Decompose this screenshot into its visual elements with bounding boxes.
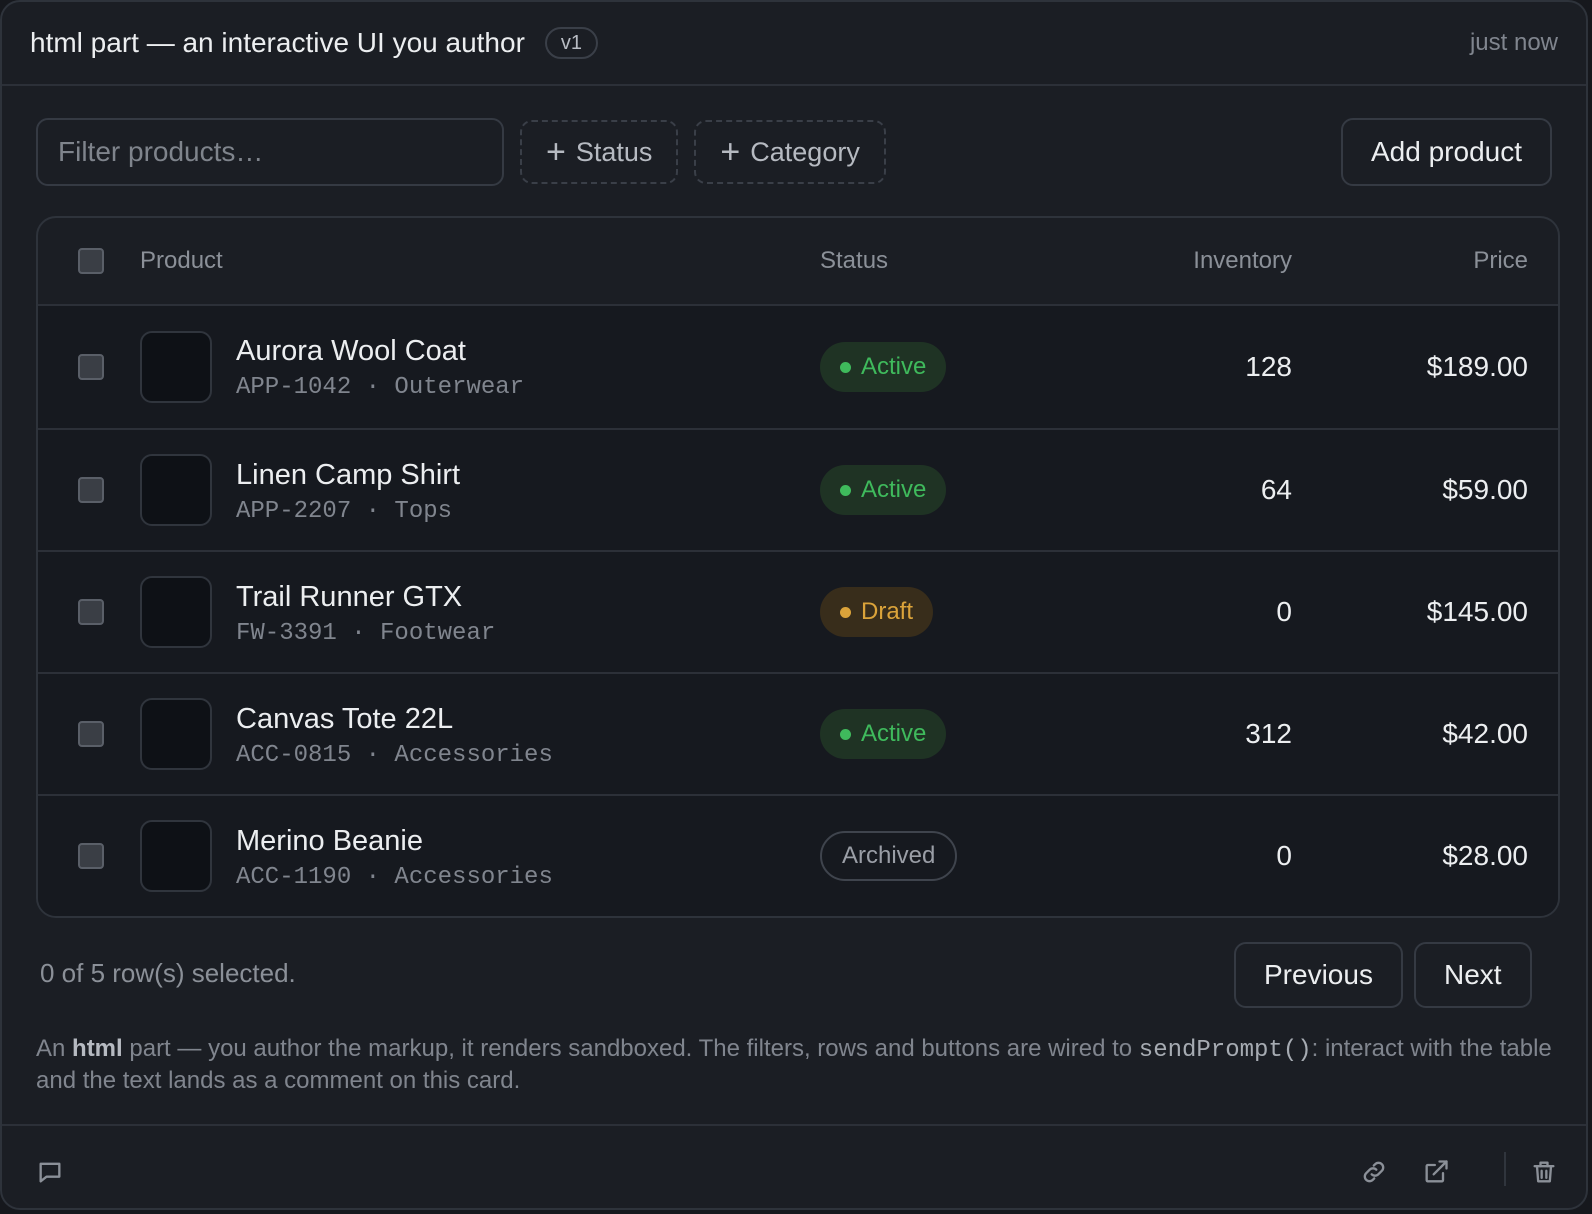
status-dot-icon — [840, 606, 851, 618]
previous-button[interactable]: Previous — [1234, 942, 1403, 1008]
product-thumbnail — [140, 698, 212, 770]
product-name: Linen Camp Shirt — [236, 459, 461, 491]
product-cell: Trail Runner GTX FW-3391 · Footwear — [236, 580, 495, 648]
table-body: Aurora Wool Coat APP-1042 · Outerwear Acti… — [38, 306, 1558, 916]
product-sku-category: ACC-0815 · Accessories — [236, 742, 553, 769]
product-cell: Linen Camp Shirt APP-2207 · Tops — [236, 458, 460, 526]
card-actions-bar — [2, 1124, 1586, 1208]
product-name: Canvas Tote 22L — [236, 703, 454, 735]
plus-icon: + — [546, 133, 566, 171]
card: html part — an interactive UI you author… — [0, 0, 1588, 1210]
description-middle: part — you author the markup, it renders… — [122, 1035, 1139, 1062]
status-cell: Archived — [820, 831, 958, 881]
toolbar: + Status + Category Add product — [36, 118, 1552, 186]
product-sku-category: APP-2207 · Tops — [236, 498, 453, 525]
description: An html part — you author the markup, it… — [36, 1034, 1556, 1096]
plus-icon: + — [720, 133, 741, 171]
inventory-value: 312 — [1245, 718, 1292, 749]
card-title: html part — an interactive UI you author — [30, 27, 525, 58]
version-badge: v1 — [544, 27, 599, 59]
product-cell: Merino Beanie ACC-1190 · Accessories — [236, 824, 553, 892]
product-thumbnail — [140, 331, 212, 403]
column-header-product: Product — [140, 247, 223, 274]
status-badge: Archived — [820, 831, 958, 881]
selection-count: 0 of 5 row(s) selected. — [40, 958, 296, 988]
table-row[interactable]: Aurora Wool Coat APP-1042 · Outerwear Acti… — [38, 306, 1558, 428]
external-link-icon[interactable] — [1418, 1154, 1454, 1190]
description-code: sendPrompt() — [1138, 1037, 1312, 1064]
status-filter-label: Status — [575, 136, 653, 167]
product-cell: Aurora Wool Coat APP-1042 · Outerwear — [236, 334, 524, 402]
column-header-inventory: Inventory — [1193, 247, 1292, 274]
status-filter-button[interactable]: + Status — [520, 120, 679, 184]
price-value: $42.00 — [1442, 718, 1528, 749]
status-badge: Active — [820, 709, 947, 759]
add-product-button[interactable]: Add product — [1341, 118, 1552, 186]
timestamp: just now — [1469, 29, 1558, 56]
status-cell: Active — [820, 342, 947, 392]
inventory-value: 128 — [1245, 351, 1292, 382]
status-dot-icon — [840, 361, 851, 373]
price-value: $189.00 — [1426, 351, 1528, 382]
row-checkbox[interactable] — [78, 477, 104, 503]
price-value: $59.00 — [1442, 474, 1528, 505]
status-cell: Active — [820, 709, 947, 759]
product-thumbnail — [140, 576, 212, 648]
select-all-checkbox[interactable] — [78, 248, 104, 274]
divider — [1504, 1152, 1506, 1186]
category-filter-label: Category — [750, 136, 860, 167]
table-row[interactable]: Canvas Tote 22L ACC-0815 · Accessories Act… — [38, 672, 1558, 794]
column-header-price: Price — [1473, 247, 1528, 274]
table-row[interactable]: Trail Runner GTX FW-3391 · Footwear Draft 0… — [38, 550, 1558, 672]
status-dot-icon — [840, 728, 851, 740]
status-label: Archived — [842, 842, 936, 869]
product-name: Trail Runner GTX — [236, 581, 463, 613]
product-thumbnail — [140, 454, 212, 526]
product-name: Merino Beanie — [236, 825, 423, 857]
table-row[interactable]: Merino Beanie ACC-1190 · Accessories Archi… — [38, 794, 1558, 916]
category-filter-button[interactable]: + Category — [694, 120, 886, 184]
description-bold: html — [72, 1035, 123, 1062]
table-header: Product Status Inventory Price — [38, 218, 1558, 306]
filter-products-input[interactable] — [36, 118, 504, 186]
products-table: Product Status Inventory Price Aurora Wo… — [36, 216, 1560, 918]
status-badge: Active — [820, 342, 947, 392]
row-checkbox[interactable] — [78, 354, 104, 380]
inventory-value: 0 — [1276, 840, 1292, 871]
description-prefix: An — [36, 1035, 73, 1062]
trash-icon[interactable] — [1526, 1154, 1562, 1190]
comment-icon[interactable] — [32, 1154, 68, 1190]
column-header-status: Status — [820, 247, 889, 274]
status-label: Draft — [861, 598, 914, 625]
inventory-value: 64 — [1260, 474, 1292, 505]
product-thumbnail — [140, 820, 212, 892]
status-badge: Draft — [820, 587, 934, 637]
inventory-value: 0 — [1276, 596, 1292, 627]
link-icon[interactable] — [1356, 1154, 1392, 1190]
product-sku-category: FW-3391 · Footwear — [236, 620, 496, 647]
status-label: Active — [861, 353, 927, 380]
next-button[interactable]: Next — [1414, 942, 1532, 1008]
status-dot-icon — [840, 484, 851, 496]
row-checkbox[interactable] — [78, 843, 104, 869]
card-header: html part — an interactive UI you author… — [2, 2, 1586, 86]
row-checkbox[interactable] — [78, 599, 104, 625]
price-value: $28.00 — [1442, 840, 1528, 871]
product-sku-category: ACC-1190 · Accessories — [236, 864, 553, 891]
product-name: Aurora Wool Coat — [236, 335, 466, 367]
product-sku-category: APP-1042 · Outerwear — [236, 374, 525, 401]
price-value: $145.00 — [1426, 596, 1528, 627]
product-cell: Canvas Tote 22L ACC-0815 · Accessories — [236, 702, 553, 770]
status-label: Active — [861, 476, 927, 503]
status-badge: Active — [820, 465, 947, 515]
status-label: Active — [861, 720, 927, 747]
row-checkbox[interactable] — [78, 721, 104, 747]
status-cell: Draft — [820, 587, 934, 637]
table-row[interactable]: Linen Camp Shirt APP-2207 · Tops Active 64 $… — [38, 428, 1558, 550]
status-cell: Active — [820, 465, 947, 515]
